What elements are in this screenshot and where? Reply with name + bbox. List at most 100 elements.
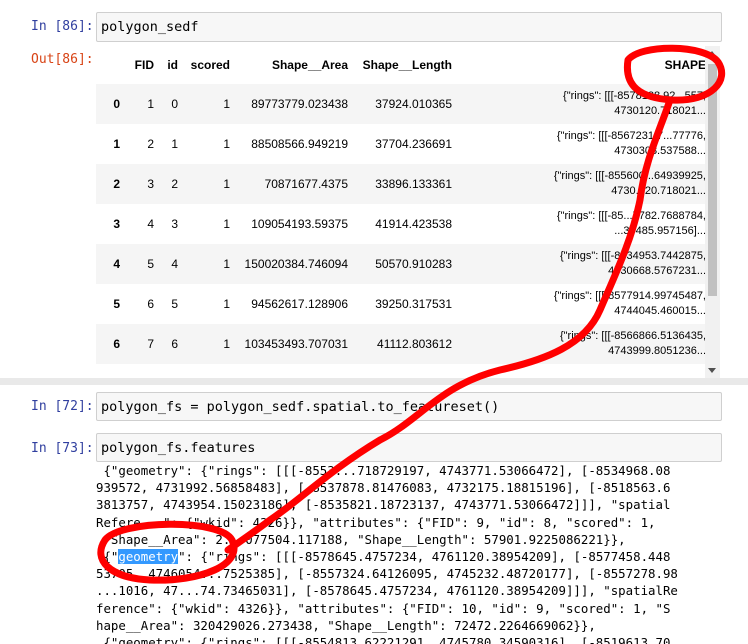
shape-line-2: 4730668.5767231... bbox=[608, 265, 706, 277]
cell-scored: 1 bbox=[223, 137, 230, 151]
cell-73-in-prompt: In [73]: bbox=[31, 441, 94, 456]
cell-id: 0 bbox=[171, 97, 178, 111]
column-header-id: id bbox=[167, 58, 178, 72]
cell-scored: 1 bbox=[223, 177, 230, 191]
shape-line-1: {"rings": [[[-8578188.92...557, bbox=[563, 90, 706, 102]
column-header-fid: FID bbox=[134, 58, 154, 72]
cell-86-in-prompt: In [86]: bbox=[31, 19, 94, 34]
output-line: 939572, 4731992.56858483], [-8537878.814… bbox=[96, 480, 671, 496]
shape-line-2: 4730...20.718021... bbox=[611, 185, 706, 197]
features-output[interactable]: {"geometry": {"rings": [[[-8553...718729… bbox=[96, 462, 704, 644]
shape-line-1: {"rings": [[[-855600...64939925, bbox=[553, 170, 706, 182]
cell-shape: {"rings": [[[-8534953.7442875, 4730668.57… bbox=[458, 244, 712, 284]
cell-shape-area: 94562617.128906 bbox=[251, 297, 348, 311]
cell-72-in-prompt: In [72]: bbox=[31, 399, 94, 414]
table-header-row: FID id scored Shape__Area Shape__Length … bbox=[96, 46, 712, 84]
scrollbar-thumb[interactable] bbox=[708, 64, 717, 296]
cell-scored: 1 bbox=[223, 217, 230, 231]
cell-id: 3 bbox=[171, 217, 178, 231]
output-line: {"geometry": {"rings": [[[-8578645.47572… bbox=[96, 548, 704, 565]
output-scrollbar[interactable] bbox=[705, 46, 720, 378]
cell-72-code: polygon_fs = polygon_sedf.spatial.to_fea… bbox=[101, 399, 500, 415]
cell-shape-area: 70871677.4375 bbox=[264, 177, 348, 191]
cell-fid: 1 bbox=[147, 97, 154, 111]
cell-id: 6 bbox=[171, 337, 178, 351]
scroll-up-arrow-icon[interactable] bbox=[708, 51, 716, 56]
cell-shape: {"rings": [[[-85...7782.7688784, ...30485… bbox=[458, 204, 712, 244]
row-index: 5 bbox=[113, 297, 120, 311]
cell-shape-length: 33896.133361 bbox=[375, 177, 452, 191]
cell-73-code: polygon_fs.features bbox=[101, 440, 256, 456]
shape-line-1: {"rings": [[[-85...7782.7688784, bbox=[556, 210, 706, 222]
cell-id: 5 bbox=[171, 297, 178, 311]
cell-shape: {"rings": [[[-8578188.92...557, 4730120.7… bbox=[458, 84, 712, 124]
cell-scored: 1 bbox=[223, 297, 230, 311]
row-index: 4 bbox=[113, 257, 120, 271]
cell-shape-area: 150020384.746094 bbox=[244, 257, 348, 271]
table-row: 5 6 5 1 94562617.128906 39250.317531 {"r… bbox=[96, 284, 712, 324]
table-row: 0 1 0 1 89773779.023438 37924.010365 {"r… bbox=[96, 84, 712, 124]
output-line: hape__Area": 320429026.273438, "Shape__L… bbox=[96, 617, 596, 633]
cell-shape-length: 50570.910283 bbox=[375, 257, 452, 271]
shape-line-2: 4744045.460015... bbox=[614, 305, 706, 317]
index-header bbox=[96, 46, 126, 84]
shape-line-2: 4730303.537588... bbox=[614, 145, 706, 157]
cell-scored: 1 bbox=[223, 337, 230, 351]
output-line: 3813757, 4743954.15023186], [-8535821.18… bbox=[96, 497, 671, 513]
shape-line-1: {"rings": [[[-8577914.99745487, bbox=[553, 290, 706, 302]
cell-shape-length: 37704.236691 bbox=[375, 137, 452, 151]
cell-shape-area: 89773779.023438 bbox=[251, 97, 348, 111]
scroll-down-arrow-icon[interactable] bbox=[708, 368, 716, 373]
dataframe-output[interactable]: FID id scored Shape__Area Shape__Length … bbox=[96, 46, 720, 378]
output-divider bbox=[0, 378, 748, 385]
row-index: 6 bbox=[113, 337, 120, 351]
table-row: 6 7 6 1 103453493.707031 41112.803612 {"… bbox=[96, 324, 712, 364]
cell-fid: 4 bbox=[147, 217, 154, 231]
output-line: 53705, 4746054...7525385], [-8557324.641… bbox=[96, 566, 678, 582]
cell-shape-area: 109054193.59375 bbox=[251, 217, 348, 231]
cell-id: 1 bbox=[171, 137, 178, 151]
cell-73-input[interactable]: polygon_fs.features bbox=[96, 433, 722, 462]
shape-line-2: ...30485.957156]... bbox=[614, 225, 706, 237]
output-line: ference": {"wkid": 4326}}, "attributes":… bbox=[96, 600, 671, 616]
cell-86-code: polygon_sedf bbox=[101, 19, 199, 35]
table-row: 3 4 3 1 109054193.59375 41914.423538 {"r… bbox=[96, 204, 712, 244]
row-index: 3 bbox=[113, 217, 120, 231]
cell-scored: 1 bbox=[223, 257, 230, 271]
cell-shape: {"rings": [[[-8567231.7...77776, 4730303.… bbox=[458, 124, 712, 164]
column-header-shape: SHAPE bbox=[664, 58, 706, 72]
dataframe-table: FID id scored Shape__Area Shape__Length … bbox=[96, 46, 712, 364]
cell-shape-area: 88508566.949219 bbox=[251, 137, 348, 151]
output-line: Refere...": {"wkid": 4326}}, "attributes… bbox=[96, 514, 656, 530]
shape-line-1: {"rings": [[[-8566866.5136435, bbox=[559, 330, 706, 342]
cell-shape: {"rings": [[[-855600...64939925, 4730...2… bbox=[458, 164, 712, 204]
row-index: 0 bbox=[113, 97, 120, 111]
shape-line-1: {"rings": [[[-8567231.7...77776, bbox=[556, 130, 706, 142]
cell-fid: 3 bbox=[147, 177, 154, 191]
cell-shape-length: 41112.803612 bbox=[377, 337, 452, 351]
cell-86-out-prompt: Out[86]: bbox=[31, 52, 94, 67]
output-line: {"geometry": {"rings": [[[-8554813.62221… bbox=[96, 635, 671, 644]
table-row: 1 2 1 1 88508566.949219 37704.236691 {"r… bbox=[96, 124, 712, 164]
cell-id: 2 bbox=[171, 177, 178, 191]
cell-scored: 1 bbox=[223, 97, 230, 111]
cell-shape: {"rings": [[[-8566866.5136435, 4743999.80… bbox=[458, 324, 712, 364]
cell-72-input[interactable]: polygon_fs = polygon_sedf.spatial.to_fea… bbox=[96, 392, 722, 421]
highlighted-text[interactable]: geometry bbox=[118, 549, 179, 565]
output-line: "Shape__Area": 2...077504.117188, "Shape… bbox=[96, 531, 626, 547]
output-text: {" bbox=[96, 549, 119, 565]
row-index: 2 bbox=[113, 177, 120, 191]
column-header-scored: scored bbox=[190, 58, 230, 72]
cell-id: 4 bbox=[171, 257, 178, 271]
output-line: {"geometry": {"rings": [[[-8553...718729… bbox=[96, 463, 671, 478]
shape-line-1: {"rings": [[[-8534953.7442875, bbox=[559, 250, 706, 262]
shape-line-2: 4743999.8051236... bbox=[608, 345, 706, 357]
cell-fid: 7 bbox=[147, 337, 154, 351]
table-row: 2 3 2 1 70871677.4375 33896.133361 {"rin… bbox=[96, 164, 712, 204]
cell-86-input[interactable]: polygon_sedf bbox=[96, 12, 722, 42]
row-index: 1 bbox=[113, 137, 120, 151]
shape-line-2: 4730120.718021... bbox=[614, 105, 706, 117]
output-line: ...1016, 47...74.73465031], [-8578645.47… bbox=[96, 583, 678, 599]
table-row: 4 5 4 1 150020384.746094 50570.910283 {"… bbox=[96, 244, 712, 284]
cell-shape-area: 103453493.707031 bbox=[244, 337, 348, 351]
